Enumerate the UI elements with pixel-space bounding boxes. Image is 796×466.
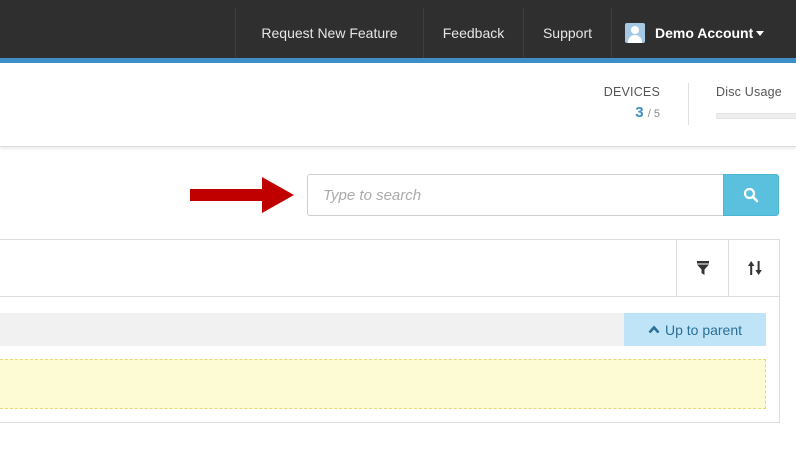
- devices-used: 3: [635, 104, 644, 121]
- sort-button[interactable]: [728, 240, 780, 296]
- request-new-feature-label: Request New Feature: [261, 25, 398, 41]
- disc-usage-label: Disc Usage: [716, 85, 782, 99]
- request-new-feature-link[interactable]: Request New Feature: [235, 8, 423, 58]
- search-icon: [743, 187, 759, 203]
- drop-zone[interactable]: [0, 359, 766, 409]
- devices-stat: DEVICES 3 / 5: [590, 85, 674, 121]
- stats-divider: [688, 83, 689, 125]
- file-browser-panel: Up to parent: [0, 297, 780, 423]
- red-arrow-icon: [190, 177, 294, 213]
- devices-label: DEVICES: [603, 85, 660, 99]
- search-input[interactable]: [307, 174, 724, 216]
- stats-bar: DEVICES 3 / 5 Disc Usage: [0, 63, 796, 147]
- feedback-link[interactable]: Feedback: [423, 8, 523, 58]
- feedback-label: Feedback: [442, 25, 505, 41]
- caret-down-icon: [756, 30, 765, 36]
- chevron-up-icon: [648, 325, 660, 334]
- devices-count: 3 / 5: [590, 104, 660, 121]
- support-link[interactable]: Support: [523, 8, 611, 58]
- sort-icon: [747, 261, 762, 275]
- support-label: Support: [542, 25, 593, 41]
- devices-total: / 5: [647, 108, 660, 120]
- account-menu[interactable]: Demo Account: [611, 8, 796, 58]
- avatar-icon: [625, 23, 645, 43]
- disc-usage-stat: Disc Usage: [716, 85, 796, 119]
- filter-icon: [696, 261, 709, 275]
- search-button[interactable]: [723, 174, 779, 216]
- up-to-parent-label: Up to parent: [664, 321, 743, 338]
- filter-button[interactable]: [676, 240, 728, 296]
- disc-usage-bar: [716, 113, 796, 119]
- up-to-parent-button[interactable]: Up to parent: [624, 313, 766, 346]
- file-toolbar: [0, 239, 780, 297]
- top-navbar: Request New Feature Feedback Support Dem…: [0, 0, 796, 58]
- account-name: Demo Account: [655, 25, 754, 41]
